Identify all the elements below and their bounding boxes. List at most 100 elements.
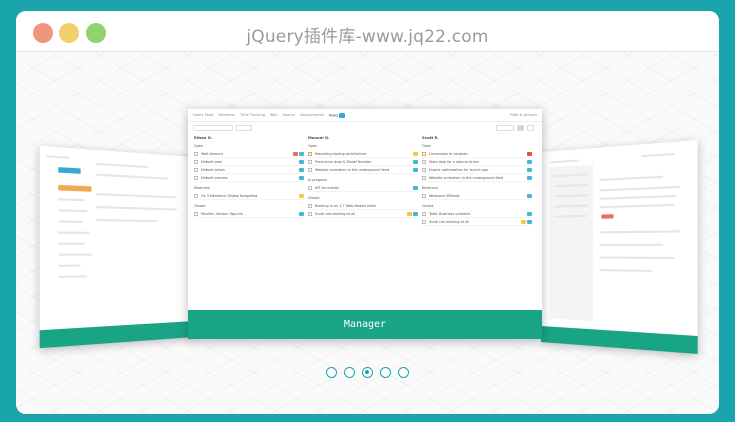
column-assignee-name: Scott R.	[422, 135, 439, 140]
list-view-toggle[interactable]	[527, 124, 534, 131]
task-row[interactable]: Start data for a data to driver	[422, 158, 532, 166]
task-row[interactable]: Production drop & Model Number	[308, 158, 418, 166]
board-view-toggle[interactable]	[517, 124, 524, 131]
task-checkbox[interactable]	[308, 211, 312, 216]
task-checkbox[interactable]	[194, 167, 198, 172]
task-name: Start data for a data to driver	[429, 159, 480, 164]
task-name: Conversion to consider	[429, 151, 468, 156]
nav-item-time-tracking[interactable]: Time Tracking	[240, 113, 265, 117]
task-checkbox[interactable]	[194, 175, 198, 180]
view-select[interactable]	[236, 124, 252, 131]
task-row[interactable]: Website animation in the underground fee…	[308, 166, 418, 174]
task-row[interactable]: Booking in on 1.7 Web Models table	[308, 202, 418, 210]
task-row[interactable]: Reporting backup architecture	[308, 150, 418, 158]
task-checkbox[interactable]	[422, 219, 426, 224]
task-tag	[413, 167, 418, 172]
browser-window: jQuery插件库-www.jq22.com Home Feed Members…	[16, 11, 719, 414]
task-name: Total: Business schedule	[429, 211, 471, 216]
task-section-title: Open	[194, 144, 204, 148]
pagination-dot[interactable]	[344, 367, 355, 378]
task-row[interactable]: Wait Amount	[194, 150, 304, 158]
task-row[interactable]: Default action	[194, 166, 304, 174]
task-checkbox[interactable]	[194, 151, 198, 156]
task-row[interactable]: Engine optimization for launch app	[422, 166, 532, 174]
task-row[interactable]: Scroll not working at all	[308, 210, 418, 218]
slide-next-footer	[541, 326, 698, 355]
task-checkbox[interactable]	[194, 211, 198, 216]
task-checkbox[interactable]	[194, 193, 198, 198]
nav-item-wiki[interactable]: Wiki	[270, 113, 278, 117]
task-row[interactable]: Fix 3 Members: Digital budgeting	[194, 192, 304, 200]
task-tag	[413, 159, 418, 164]
task-name: Scroll not working at all	[315, 211, 355, 216]
nav-item-tasks[interactable]: Tasks	[329, 112, 346, 118]
task-checkbox[interactable]	[308, 203, 312, 208]
window-title: jQuery插件库-www.jq22.com	[246, 27, 489, 47]
task-checkbox[interactable]	[422, 211, 426, 216]
task-section-title: In progress	[308, 178, 327, 182]
task-tag	[527, 175, 532, 180]
task-checkbox[interactable]	[422, 159, 426, 164]
task-checkbox[interactable]	[422, 151, 426, 156]
task-row[interactable]: Total: Business schedule	[422, 210, 532, 218]
task-tag	[527, 151, 532, 156]
task-name: Website animation in the underground fee…	[429, 175, 503, 180]
task-tag	[299, 211, 304, 216]
task-tag	[527, 159, 532, 164]
task-name: Weapons Offtrade	[429, 193, 460, 198]
task-tag	[413, 185, 418, 190]
nav-item-deployments[interactable]: Deployments	[300, 113, 324, 117]
nav-item-source[interactable]: Source	[282, 113, 294, 117]
assignee-select[interactable]	[193, 124, 233, 131]
task-row[interactable]: Conversion to consider	[422, 150, 532, 158]
task-tag	[407, 211, 412, 216]
task-row[interactable]: Website animation in the underground fee…	[422, 174, 532, 182]
task-tag	[293, 151, 298, 156]
task-columns: Ethan G. Open Wait Amount Default post Defau…	[188, 133, 542, 226]
task-name: Monitor: Version Tag.info	[201, 211, 243, 216]
task-row[interactable]: Default post	[194, 158, 304, 166]
slide-current: Home Feed Members Time Tracking Wiki Sou…	[188, 109, 542, 339]
task-row[interactable]: Scroll not working at all	[422, 218, 532, 226]
task-name: Wait Amount	[201, 151, 223, 156]
pagination-dot[interactable]	[380, 367, 391, 378]
task-checkbox[interactable]	[308, 151, 312, 156]
task-section-title: Reserved	[194, 186, 210, 190]
task-section-title: Closed	[194, 204, 206, 208]
task-checkbox[interactable]	[422, 193, 426, 198]
nav-right-label[interactable]: Filter & Actions	[510, 113, 537, 117]
task-checkbox[interactable]	[308, 185, 312, 190]
task-tag	[527, 193, 532, 198]
nav-item-home-feed[interactable]: Home Feed	[193, 113, 213, 117]
pagination-dot[interactable]	[326, 367, 337, 378]
task-column: Ethan G. Open Wait Amount Default post Defau…	[194, 133, 308, 226]
task-row[interactable]: Monitor: Version Tag.info	[194, 210, 304, 218]
title-bar: jQuery插件库-www.jq22.com	[16, 11, 719, 52]
slide-previous[interactable]	[39, 145, 195, 349]
tasks-badge	[339, 112, 346, 118]
pagination-dot[interactable]	[362, 367, 373, 378]
sort-select[interactable]	[496, 124, 514, 131]
task-name: Scroll not working at all	[429, 219, 469, 224]
pagination-dot[interactable]	[398, 367, 409, 378]
task-checkbox[interactable]	[422, 175, 426, 180]
task-checkbox[interactable]	[194, 159, 198, 164]
task-name: Default post	[201, 159, 222, 164]
task-row[interactable]: Default process	[194, 174, 304, 182]
task-row[interactable]: Weapons Offtrade	[422, 192, 532, 200]
column-assignee-name: Manuel G.	[308, 135, 330, 140]
slide-next[interactable]	[541, 139, 698, 355]
task-row[interactable]: API for mobile	[308, 184, 418, 192]
task-section-title: Reserved	[422, 186, 438, 190]
task-tag	[527, 219, 532, 224]
task-checkbox[interactable]	[308, 159, 312, 164]
task-checkbox[interactable]	[308, 167, 312, 172]
nav-item-members[interactable]: Members	[218, 113, 235, 117]
task-column: Manuel G. Open Reporting backup architectu…	[308, 133, 422, 226]
task-tag	[299, 159, 304, 164]
task-checkbox[interactable]	[422, 167, 426, 172]
task-section-title: Closed	[422, 204, 434, 208]
task-tag	[521, 219, 526, 224]
task-name: API for mobile	[315, 185, 339, 190]
task-name: Production drop & Model Number	[315, 159, 372, 164]
